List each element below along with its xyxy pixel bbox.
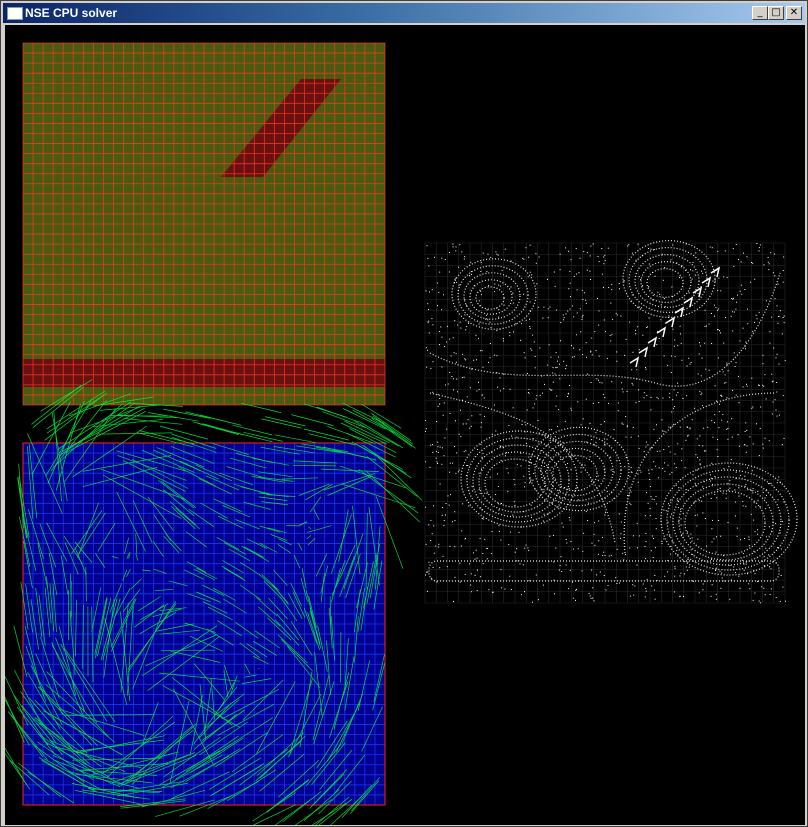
simulation-view (5, 42, 798, 825)
pressure-panel (22, 42, 386, 406)
particle-streaks (428, 240, 798, 582)
particle-grid (424, 242, 786, 604)
app-window: NSE CPU solver _ □ ✕ (0, 0, 808, 827)
window-title: NSE CPU solver (25, 6, 118, 20)
obstacle-outline (629, 266, 721, 368)
particle-panel (424, 240, 798, 604)
minimize-button[interactable]: _ (752, 6, 768, 20)
title-bar[interactable]: NSE CPU solver _ □ ✕ (3, 3, 805, 23)
render-canvas[interactable] (5, 25, 805, 825)
window-icon (7, 7, 23, 20)
maximize-button[interactable]: □ (768, 6, 784, 20)
close-button[interactable]: ✕ (786, 6, 802, 20)
velocity-panel (5, 379, 423, 825)
